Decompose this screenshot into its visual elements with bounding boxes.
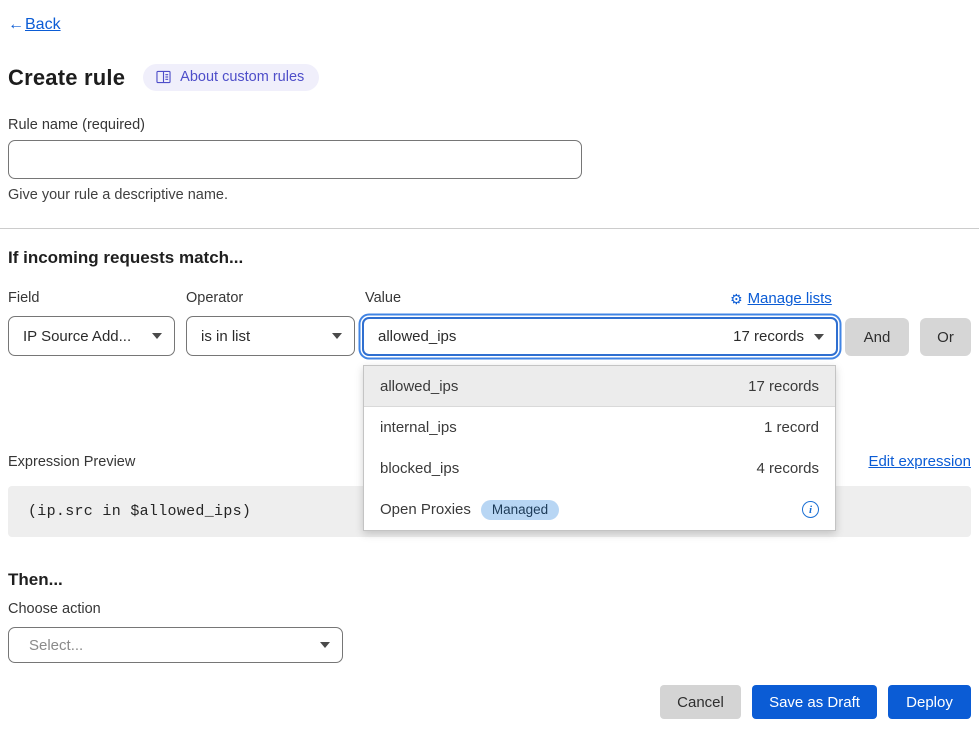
chevron-down-icon xyxy=(152,333,162,339)
list-item-left: Open Proxies Managed xyxy=(380,500,559,520)
list-dropdown-panel: allowed_ips 17 records internal_ips 1 re… xyxy=(363,365,836,531)
chevron-down-icon xyxy=(814,334,824,340)
list-item-records: 17 records xyxy=(748,378,819,395)
match-section-heading: If incoming requests match... xyxy=(8,248,243,268)
value-select[interactable]: allowed_ips 17 records xyxy=(362,317,838,356)
list-item-blocked-ips[interactable]: blocked_ips 4 records xyxy=(364,448,835,489)
list-item-name: allowed_ips xyxy=(380,378,458,395)
manage-lists-label: Manage lists xyxy=(748,290,832,307)
list-item-internal-ips[interactable]: internal_ips 1 record xyxy=(364,407,835,448)
list-item-records: 4 records xyxy=(756,460,819,477)
expression-code: (ip.src in $allowed_ips) xyxy=(28,503,251,520)
action-select-placeholder: Select... xyxy=(29,637,83,654)
about-custom-rules-link[interactable]: About custom rules xyxy=(143,64,319,91)
chevron-down-icon xyxy=(332,333,342,339)
operator-select-value: is in list xyxy=(201,328,250,345)
section-divider xyxy=(0,228,979,229)
then-section-heading: Then... xyxy=(8,570,63,590)
back-link[interactable]: ←Back xyxy=(8,16,61,34)
about-badge-label: About custom rules xyxy=(180,69,304,85)
back-arrow-icon: ← xyxy=(8,16,24,33)
value-label: Value xyxy=(365,290,401,306)
value-select-right: 17 records xyxy=(733,328,824,345)
field-select-value: IP Source Add... xyxy=(23,328,131,345)
create-rule-page: ←Back Create rule About custom rules Rul… xyxy=(0,0,979,739)
save-as-draft-button[interactable]: Save as Draft xyxy=(752,685,877,719)
list-item-allowed-ips[interactable]: allowed_ips 17 records xyxy=(364,366,835,407)
chevron-down-icon xyxy=(320,642,330,648)
gear-icon: ⚙ xyxy=(730,292,743,306)
list-item-name: Open Proxies xyxy=(380,501,471,518)
back-link-label: Back xyxy=(25,16,61,33)
edit-expression-link[interactable]: Edit expression xyxy=(868,453,971,470)
list-item-open-proxies[interactable]: Open Proxies Managed i xyxy=(364,489,835,530)
and-button[interactable]: And xyxy=(845,318,909,356)
value-select-selected: allowed_ips xyxy=(378,328,456,345)
rule-name-input[interactable] xyxy=(8,140,582,179)
list-item-name: internal_ips xyxy=(380,419,457,436)
managed-badge: Managed xyxy=(481,500,559,520)
list-item-name: blocked_ips xyxy=(380,460,459,477)
field-label: Field xyxy=(8,290,39,306)
rule-name-helper: Give your rule a descriptive name. xyxy=(8,187,228,203)
book-icon xyxy=(156,70,171,84)
info-icon[interactable]: i xyxy=(802,501,819,518)
or-button[interactable]: Or xyxy=(920,318,971,356)
list-item-records: 1 record xyxy=(764,419,819,436)
operator-select[interactable]: is in list xyxy=(186,316,355,356)
action-select[interactable]: Select... xyxy=(8,627,343,663)
deploy-button[interactable]: Deploy xyxy=(888,685,971,719)
rule-name-label: Rule name (required) xyxy=(8,117,145,133)
manage-lists-link[interactable]: ⚙ Manage lists xyxy=(730,290,832,307)
title-row: Create rule About custom rules xyxy=(8,64,319,91)
page-title: Create rule xyxy=(8,65,125,91)
value-select-records: 17 records xyxy=(733,328,804,345)
field-select[interactable]: IP Source Add... xyxy=(8,316,175,356)
operator-label: Operator xyxy=(186,290,243,306)
cancel-button[interactable]: Cancel xyxy=(660,685,741,719)
choose-action-label: Choose action xyxy=(8,601,101,617)
expression-preview-label: Expression Preview xyxy=(8,454,135,470)
